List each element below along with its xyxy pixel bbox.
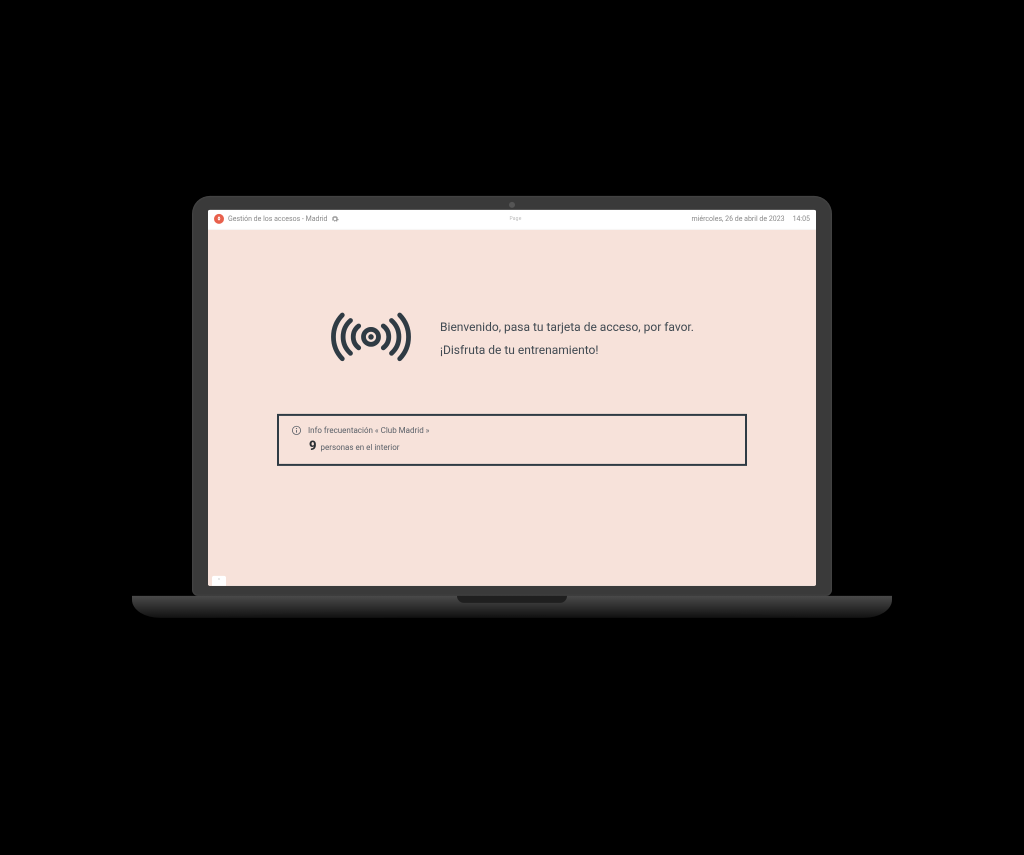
occupancy-count-row: 9 personas en el interior bbox=[291, 438, 733, 453]
topbar-right: miércoles, 26 de abril de 2023 14:05 bbox=[692, 215, 810, 223]
date-text: miércoles, 26 de abril de 2023 bbox=[692, 215, 785, 223]
laptop-base bbox=[132, 595, 892, 617]
welcome-text: Bienvenido, pasa tu tarjeta de acceso, p… bbox=[440, 316, 694, 362]
occupancy-count-suffix: personas en el interior bbox=[321, 442, 400, 451]
occupancy-count: 9 bbox=[309, 438, 317, 453]
page-title: Gestión de los accesos - Madrid bbox=[228, 215, 327, 223]
welcome-row: Bienvenido, pasa tu tarjeta de acceso, p… bbox=[238, 307, 786, 369]
rocket-icon bbox=[216, 216, 222, 222]
brand-logo[interactable] bbox=[214, 214, 224, 224]
occupancy-box: Info frecuentación « Club Madrid » 9 per… bbox=[277, 413, 747, 465]
gear-icon bbox=[331, 215, 339, 223]
chevron-up-icon: ⌃ bbox=[217, 577, 221, 583]
laptop-mockup: Gestión de los accesos - Madrid Page mié… bbox=[192, 195, 832, 617]
topbar-center-label: Page bbox=[339, 216, 691, 222]
welcome-line-2: ¡Disfruta de tu entrenamiento! bbox=[440, 338, 694, 361]
info-icon bbox=[291, 424, 302, 435]
footer-tab[interactable]: ⌃ bbox=[212, 575, 226, 585]
settings-button[interactable] bbox=[331, 215, 339, 223]
time-text: 14:05 bbox=[793, 215, 810, 223]
app-screen: Gestión de los accesos - Madrid Page mié… bbox=[208, 209, 816, 585]
welcome-line-1: Bienvenido, pasa tu tarjeta de acceso, p… bbox=[440, 316, 694, 339]
occupancy-info-label: Info frecuentación « Club Madrid » bbox=[308, 425, 429, 434]
topbar: Gestión de los accesos - Madrid Page mié… bbox=[208, 209, 816, 229]
main-panel: Bienvenido, pasa tu tarjeta de acceso, p… bbox=[208, 229, 816, 585]
laptop-shadow bbox=[162, 615, 862, 645]
topbar-left: Gestión de los accesos - Madrid bbox=[214, 214, 339, 224]
broadcast-icon bbox=[330, 307, 412, 369]
laptop-bezel: Gestión de los accesos - Madrid Page mié… bbox=[192, 195, 832, 595]
occupancy-header: Info frecuentación « Club Madrid » bbox=[291, 424, 733, 435]
